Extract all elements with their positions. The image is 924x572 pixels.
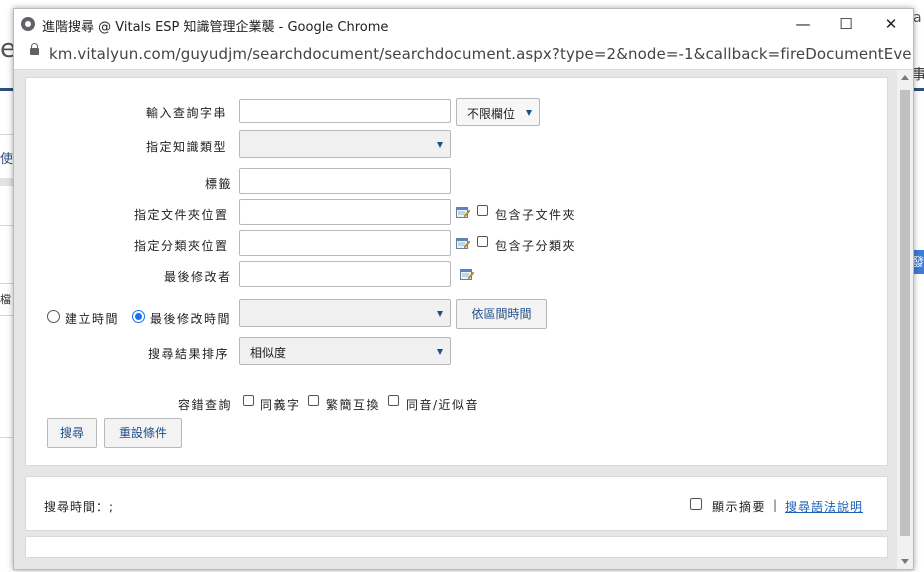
query-label: 輸入查詢字串 <box>146 106 228 120</box>
window-title: 進階搜尋 @ Vitals ESP 知識管理企業襲 - Google Chrom… <box>42 20 389 35</box>
search-form-panel: 輸入查詢字串 不限欄位 指定知識類型 標籤 指定文件夾位置 包含子文件夾 指定分… <box>25 77 888 466</box>
background-divider <box>0 134 14 135</box>
include-subcategory-checkbox[interactable] <box>477 236 488 247</box>
background-divider <box>0 315 14 316</box>
tag-input[interactable] <box>239 168 451 194</box>
background-divider <box>0 178 14 186</box>
fuzzy-label: 容錯查詢 <box>178 398 233 412</box>
background-text: 使 <box>0 152 14 167</box>
results-status-panel: 搜尋時間：; 顯示摘要 | 搜尋語法說明 <box>25 476 888 531</box>
address-bar[interactable]: km.vitalyun.com/guyudjm/searchdocument/s… <box>14 39 913 70</box>
type-label: 指定知識類型 <box>146 140 228 154</box>
category-input[interactable] <box>239 230 451 256</box>
type-select[interactable] <box>239 130 451 158</box>
results-panel <box>25 536 888 558</box>
field-scope-select[interactable]: 不限欄位 <box>456 98 540 126</box>
show-summary-label: 顯示摘要 <box>712 500 767 514</box>
synonym-checkbox[interactable] <box>243 395 254 406</box>
chevron-down-icon <box>437 349 443 355</box>
vertical-scrollbar[interactable] <box>897 70 913 569</box>
background-text: 檔 <box>0 293 11 306</box>
reset-button[interactable]: 重設條件 <box>104 418 182 448</box>
field-scope-value: 不限欄位 <box>467 107 516 121</box>
created-time-label: 建立時間 <box>65 312 120 326</box>
scroll-up-icon[interactable] <box>901 75 909 80</box>
chevron-down-icon <box>437 311 443 317</box>
created-time-radio[interactable] <box>47 310 60 323</box>
modifier-label: 最後修改者 <box>164 270 232 284</box>
background-text: a <box>913 10 922 26</box>
page-viewport: 輸入查詢字串 不限欄位 指定知識類型 標籤 指定文件夾位置 包含子文件夾 指定分… <box>14 70 913 569</box>
show-summary-checkbox[interactable] <box>690 498 702 510</box>
include-subfolder-checkbox[interactable] <box>477 205 488 216</box>
time-select[interactable] <box>239 299 451 327</box>
scroll-down-icon[interactable] <box>901 559 909 564</box>
homophone-checkbox[interactable] <box>388 395 399 406</box>
tag-label: 標籤 <box>205 177 233 191</box>
modified-time-radio[interactable] <box>132 310 145 323</box>
sort-label: 搜尋結果排序 <box>148 347 230 361</box>
chrome-icon <box>21 17 35 31</box>
search-button[interactable]: 搜尋 <box>47 418 97 448</box>
homophone-label: 同音/近似音 <box>406 398 480 412</box>
modifier-input[interactable] <box>239 261 451 287</box>
background-header-bar <box>0 88 14 91</box>
include-subcategory-label: 包含子分類夾 <box>495 239 577 253</box>
scrollbar-thumb[interactable] <box>900 90 910 536</box>
lock-icon <box>30 43 39 55</box>
folder-picker-icon[interactable] <box>456 206 470 218</box>
time-range-button[interactable]: 依區間時間 <box>456 299 547 329</box>
sort-value: 相似度 <box>250 346 287 360</box>
background-divider <box>0 225 14 226</box>
folder-input[interactable] <box>239 199 451 225</box>
minimize-button[interactable]: — <box>788 13 818 35</box>
chrome-popup-window: 進階搜尋 @ Vitals ESP 知識管理企業襲 - Google Chrom… <box>13 8 914 570</box>
separator: | <box>773 498 779 512</box>
trad-simp-label: 繁簡互換 <box>326 398 381 412</box>
background-divider <box>0 437 14 438</box>
user-picker-icon[interactable] <box>460 268 474 280</box>
url-text: km.vitalyun.com/guyudjm/searchdocument/s… <box>49 45 914 63</box>
query-input[interactable] <box>239 99 451 123</box>
background-divider <box>0 283 14 284</box>
chevron-down-icon <box>526 110 532 116</box>
modified-time-label: 最後修改時間 <box>150 312 232 326</box>
search-time-text: 搜尋時間：; <box>44 500 115 514</box>
background-page-left <box>0 0 14 572</box>
syntax-help-link[interactable]: 搜尋語法說明 <box>785 498 863 515</box>
sort-select[interactable]: 相似度 <box>239 337 451 365</box>
category-label: 指定分類夾位置 <box>134 239 229 253</box>
include-subfolder-label: 包含子文件夾 <box>495 208 577 222</box>
category-picker-icon[interactable] <box>456 237 470 249</box>
maximize-button[interactable]: ☐ <box>831 13 861 35</box>
synonym-label: 同義字 <box>260 398 301 412</box>
title-bar: 進階搜尋 @ Vitals ESP 知識管理企業襲 - Google Chrom… <box>14 9 913 39</box>
chevron-down-icon <box>437 142 443 148</box>
close-button[interactable]: ✕ <box>876 13 906 35</box>
folder-label: 指定文件夾位置 <box>134 208 229 222</box>
trad-simp-checkbox[interactable] <box>308 395 319 406</box>
